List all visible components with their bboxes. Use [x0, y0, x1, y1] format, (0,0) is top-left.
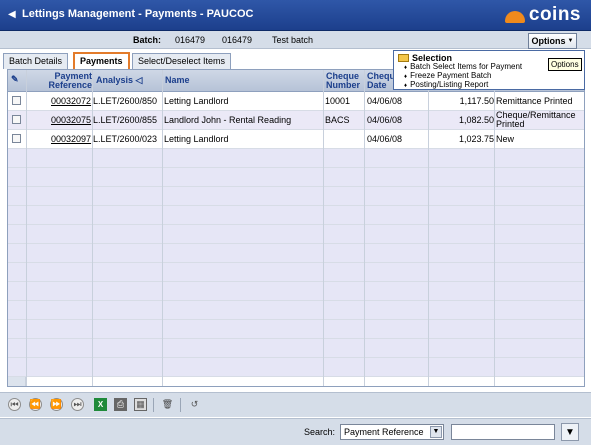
- column-divider: [364, 70, 365, 386]
- logo-cloud-icon: [504, 11, 525, 23]
- cell-amount: 1,117.50: [459, 96, 494, 106]
- column-divider: [428, 70, 429, 386]
- empty-row: [8, 244, 584, 263]
- row-checkbox[interactable]: [12, 134, 21, 143]
- prev-icon[interactable]: ⏪: [29, 398, 42, 411]
- menu-item-batch-select[interactable]: Batch Select Items for Payment: [404, 62, 522, 71]
- search-field-value: Payment Reference: [344, 427, 424, 437]
- excel-icon[interactable]: X: [94, 398, 107, 411]
- empty-row: [8, 263, 584, 282]
- empty-row: [8, 282, 584, 301]
- empty-row: [8, 168, 584, 187]
- delete-icon[interactable]: 🗑: [161, 398, 174, 411]
- calculator-icon[interactable]: ▦: [134, 398, 147, 411]
- column-divider: [323, 70, 324, 386]
- search-input[interactable]: [451, 424, 555, 440]
- title-bar: ◀ Lettings Management - Payments - PAUCO…: [0, 0, 591, 31]
- empty-row: [8, 301, 584, 320]
- column-divider: [494, 70, 495, 386]
- cell-analysis: L.LET/2600/855: [93, 115, 158, 125]
- cell-name: Letting Landlord: [164, 96, 229, 106]
- filter-icon[interactable]: ▼: [561, 423, 579, 441]
- cell-cheque-number: 10001: [325, 96, 351, 106]
- column-divider: [26, 70, 27, 386]
- empty-row: [8, 206, 584, 225]
- col-name[interactable]: Name: [165, 70, 190, 92]
- tab-payments[interactable]: Payments: [73, 52, 130, 69]
- select-dropdown-icon[interactable]: ▼: [430, 426, 442, 438]
- cell-payment-reference[interactable]: 00032097: [51, 134, 91, 144]
- logo-text: coins: [528, 4, 581, 25]
- column-divider: [162, 70, 163, 386]
- empty-row: [8, 149, 584, 168]
- empty-row: [8, 187, 584, 206]
- batch-label: Batch:: [133, 35, 162, 45]
- batch-description: Test batch: [272, 35, 314, 45]
- col-analysis-label: Analysis: [96, 75, 134, 85]
- search-field-select[interactable]: Payment Reference ▼: [340, 424, 444, 440]
- col-cheque-number[interactable]: Cheque Number: [326, 70, 360, 92]
- cell-cheque-date: 04/06/08: [367, 134, 403, 144]
- menu-item-posting-report[interactable]: Posting/Listing Report: [404, 80, 488, 89]
- batch-code: 016479: [222, 35, 253, 45]
- undo-icon[interactable]: ↺: [188, 398, 201, 411]
- options-button[interactable]: Options ▼: [528, 33, 577, 49]
- column-divider: [92, 70, 93, 386]
- empty-row: [8, 225, 584, 244]
- cell-amount: 1,023.75: [458, 134, 494, 144]
- cell-payment-reference[interactable]: 00032072: [51, 96, 91, 106]
- cell-analysis: L.LET/2600/850: [93, 96, 158, 106]
- options-tooltip: Options: [548, 58, 582, 71]
- row-checkbox[interactable]: [12, 96, 21, 105]
- cell-analysis: L.LET/2600/023: [93, 134, 158, 144]
- row-checkbox[interactable]: [12, 115, 21, 124]
- options-label: Options: [531, 36, 566, 46]
- tab-batch-details[interactable]: Batch Details: [3, 53, 69, 69]
- menu-item-freeze-batch[interactable]: Freeze Payment Batch: [404, 71, 491, 80]
- cell-status: New: [496, 134, 515, 144]
- first-icon[interactable]: ⏮: [8, 398, 21, 411]
- dropdown-arrow-icon: ▼: [567, 38, 574, 44]
- cell-payment-reference[interactable]: 00032075: [51, 115, 91, 125]
- last-icon[interactable]: ⏭: [71, 398, 84, 411]
- toolbar-separator: [153, 398, 154, 412]
- cell-status: Cheque/Remittance Printed: [496, 110, 576, 129]
- cell-cheque-date: 04/06/08: [367, 96, 403, 106]
- sort-arrow-icon: ◁: [135, 75, 143, 85]
- table-row[interactable]: 00032075 L.LET/2600/855 Landlord John - …: [8, 110, 584, 130]
- col-analysis[interactable]: Analysis ◁: [96, 70, 142, 92]
- col-payment-reference[interactable]: Payment Reference: [34, 70, 92, 92]
- window-title: Lettings Management - Payments - PAUCOC: [22, 8, 254, 20]
- empty-row: [8, 339, 584, 358]
- next-icon[interactable]: ⏩: [50, 398, 63, 411]
- col-ref-line2: Reference: [48, 80, 92, 90]
- cell-amount: 1,082.50: [458, 115, 494, 125]
- folder-icon: [398, 54, 409, 62]
- coins-logo: coins: [504, 4, 581, 26]
- toolbar-separator: [180, 398, 181, 412]
- batch-row: Batch: 016479 016479 Test batch: [0, 31, 591, 49]
- cell-status: Remittance Printed: [496, 96, 573, 106]
- cell-name: Landlord John - Rental Reading: [164, 115, 292, 125]
- col-cheque-line2: Number: [326, 80, 361, 90]
- empty-row: [8, 358, 584, 377]
- table-row[interactable]: 00032072 L.LET/2600/850 Letting Landlord…: [8, 92, 584, 111]
- back-arrow-icon[interactable]: ◀: [8, 9, 16, 20]
- search-label: Search:: [304, 427, 336, 437]
- cell-name: Letting Landlord: [164, 134, 229, 144]
- grid-toolbar: ⏮ ⏪ ⏩ ⏭ X ⎙ ▦ 🗑 ↺: [0, 392, 591, 417]
- col-date-line2: Date: [367, 80, 387, 90]
- cell-cheque-number: BACS: [325, 115, 350, 125]
- batch-number: 016479: [175, 35, 206, 45]
- table-row[interactable]: 00032097 L.LET/2600/023 Letting Landlord…: [8, 130, 584, 149]
- tab-select-deselect-items[interactable]: Select/Deselect Items: [132, 53, 232, 69]
- empty-row: [8, 320, 584, 339]
- payments-grid: ✎ Payment Reference Analysis ◁ Name Cheq…: [7, 69, 585, 387]
- cell-cheque-date: 04/06/08: [367, 115, 403, 125]
- print-icon[interactable]: ⎙: [114, 398, 127, 411]
- search-bar: Search: Payment Reference ▼ ▼: [0, 418, 591, 445]
